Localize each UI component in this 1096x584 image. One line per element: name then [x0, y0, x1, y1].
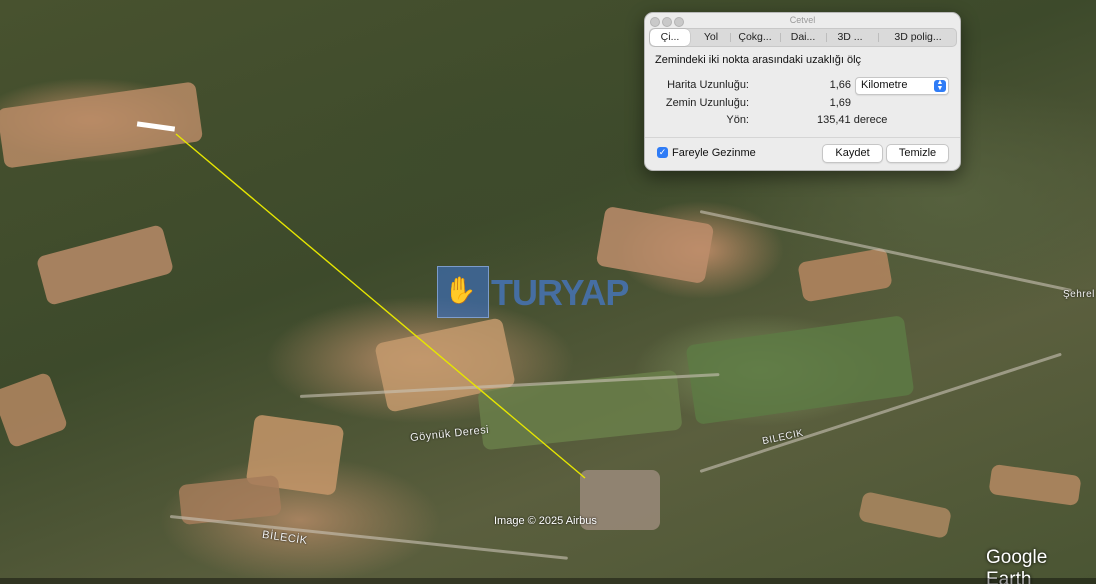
mouse-navigation-label: Fareyle Gezinme — [672, 147, 756, 159]
ground-length-value: 1,69 — [829, 97, 851, 109]
clear-button[interactable]: Temizle — [886, 144, 949, 163]
watermark-logo: ✋ TURYAP — [437, 266, 667, 318]
ground-length-label: Zemin Uzunluğu: — [665, 97, 749, 109]
village-label: Şehrel — [1063, 289, 1095, 300]
heading-value: 135,41 derece — [817, 114, 888, 126]
description-text: Zemindeki iki nokta arasındaki uzaklığı … — [655, 54, 862, 66]
unit-select[interactable]: Kilometre ▲ ▼ — [855, 77, 949, 95]
window-titlebar[interactable]: Cetvel — [645, 13, 960, 29]
tab-separator — [826, 33, 827, 42]
tab-separator — [730, 33, 731, 42]
chevron-updown-icon: ▲ ▼ — [934, 79, 946, 92]
tab-circle[interactable]: Dai... — [782, 29, 824, 46]
measurement-start-marker — [136, 121, 176, 132]
save-button[interactable]: Kaydet — [822, 144, 883, 163]
map-length-label: Harita Uzunluğu: — [667, 79, 749, 91]
status-strip — [0, 578, 1096, 584]
image-credit: Image © 2025 Airbus — [494, 515, 597, 527]
tab-3d-polygon[interactable]: 3D polig... — [882, 29, 954, 46]
tab-polygon[interactable]: Çokg... — [732, 29, 778, 46]
watermark-text: TURYAP — [491, 272, 629, 313]
tab-line[interactable]: Çi... — [650, 29, 690, 46]
tab-3d-path[interactable]: 3D ... — [828, 29, 872, 46]
mouse-navigation-checkbox[interactable]: ✓ — [657, 147, 668, 158]
window-title: Cetvel — [789, 15, 816, 25]
tab-path[interactable]: Yol — [694, 29, 728, 46]
ruler-window: Cetvel Çi... Yol Çokg... Dai... 3D ... 3… — [644, 12, 961, 171]
divider — [645, 137, 960, 138]
unit-select-value: Kilometre — [861, 79, 908, 91]
tab-separator — [780, 33, 781, 42]
map-length-value: 1,66 — [829, 79, 851, 91]
heading-label: Yön: — [726, 114, 749, 126]
tab-bar: Çi... Yol Çokg... Dai... 3D ... 3D polig… — [649, 28, 957, 47]
handshake-icon: ✋ — [437, 266, 489, 318]
tab-separator — [878, 33, 879, 42]
